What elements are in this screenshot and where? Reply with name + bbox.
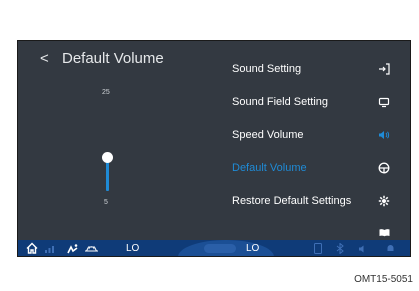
fan-speed-indicator[interactable] <box>204 244 236 253</box>
volume-slider-knob[interactable] <box>102 152 113 163</box>
menu-item-speed-volume[interactable]: Speed Volume <box>232 128 402 144</box>
signal-icon <box>44 241 56 256</box>
menu-item-default-volume[interactable]: Default Volume <box>232 161 402 177</box>
notification-icon <box>386 241 395 256</box>
menu-item-label: Sound Field Setting <box>232 96 329 108</box>
menu-item-label: Speed Volume <box>232 129 304 141</box>
steering-wheel-icon <box>377 161 391 175</box>
slider-max-label: 25 <box>102 89 110 96</box>
bluetooth-icon <box>336 241 344 256</box>
gear-icon <box>377 194 391 208</box>
back-button[interactable]: < <box>40 50 49 67</box>
page-title: Default Volume <box>62 50 164 67</box>
menu-item-manual[interactable] <box>232 225 402 237</box>
phone-icon <box>314 241 322 256</box>
book-icon <box>377 225 391 239</box>
exit-icon <box>377 62 391 76</box>
right-temperature[interactable]: LO <box>246 241 259 256</box>
car-recirculation-icon[interactable] <box>84 241 99 256</box>
menu-item-sound-field-setting[interactable]: Sound Field Setting <box>232 95 402 111</box>
slider-min-label: 5 <box>104 199 108 206</box>
figure-code: OMT15-5051 <box>354 274 413 285</box>
display-icon <box>377 95 391 109</box>
menu-item-label: Restore Default Settings <box>232 195 352 207</box>
seat-airflow-icon[interactable] <box>66 241 79 256</box>
mute-icon <box>358 241 367 256</box>
home-icon[interactable] <box>26 241 38 256</box>
menu-item-sound-setting[interactable]: Sound Setting <box>232 62 402 78</box>
infotainment-screen: < Default Volume 25 5 Sound Setting Soun… <box>17 40 411 257</box>
menu-item-label: Sound Setting <box>232 63 302 75</box>
status-bar: LO LO <box>18 240 410 256</box>
menu-item-label: Default Volume <box>232 162 307 174</box>
left-temperature[interactable]: LO <box>126 241 139 256</box>
menu-item-restore-default[interactable]: Restore Default Settings <box>232 194 402 210</box>
speaker-icon <box>377 128 391 142</box>
